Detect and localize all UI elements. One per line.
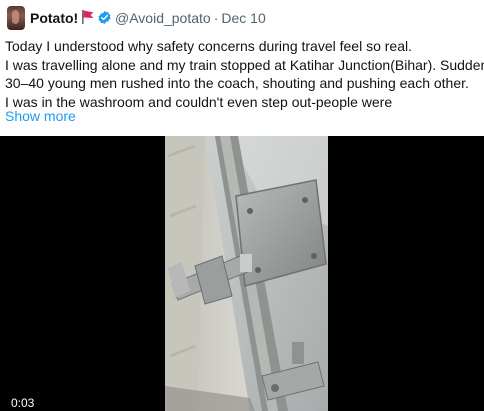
handle[interactable]: @Avoid_potato xyxy=(115,10,211,26)
separator-dot: · xyxy=(213,10,219,26)
tweet-text: Today I understood why safety concerns d… xyxy=(5,37,484,111)
tweet-date[interactable]: Dec 10 xyxy=(221,10,265,26)
avatar[interactable] xyxy=(7,6,25,30)
tweet-text-line: Today I understood why safety concerns d… xyxy=(5,38,412,54)
tweet-text-line: 30–40 young men rushed into the coach, s… xyxy=(5,75,469,91)
video-timestamp: 0:03 xyxy=(11,396,35,410)
tweet-header: Potato! @Avoid_potato · Dec 10 xyxy=(0,0,484,36)
show-more-link[interactable]: Show more xyxy=(5,108,76,124)
verified-badge-icon xyxy=(98,10,111,25)
tweet-text-line: I was travelling alone and my train stop… xyxy=(5,56,484,73)
tweet-text-line: I was in the washroom and couldn't even … xyxy=(5,93,393,110)
tweet-meta: @Avoid_potato · Dec 10 xyxy=(115,10,266,26)
video-frame xyxy=(165,136,328,411)
video-player[interactable] xyxy=(0,136,484,411)
red-flag-icon xyxy=(82,10,94,24)
display-name[interactable]: Potato! xyxy=(30,10,78,26)
